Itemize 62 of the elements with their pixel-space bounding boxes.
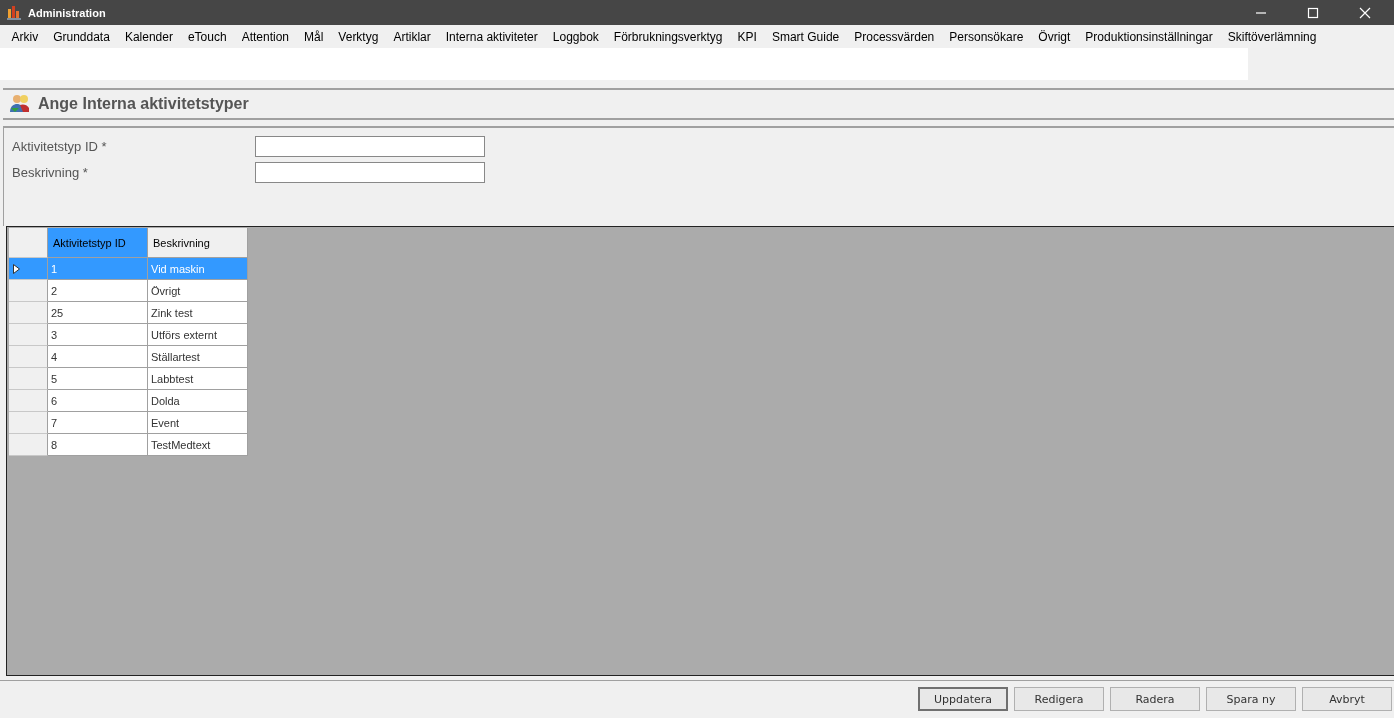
window-title: Administration [28,6,106,19]
menu-item[interactable]: Övrigt [1030,29,1078,44]
page-title: Ange Interna aktivitetstyper [38,95,249,113]
menu-item[interactable]: Processvärden [846,29,942,44]
input-field[interactable] [255,136,485,157]
action-button[interactable]: Redigera [1014,687,1104,711]
column-header[interactable]: Beskrivning [148,228,248,258]
table-cell: 3 [48,324,148,346]
column-header[interactable]: Aktivitetstyp ID [48,228,148,258]
menu-item[interactable]: Loggbok [545,29,607,44]
input-field[interactable] [255,162,485,183]
table-cell: Dolda [148,390,248,412]
app-logo-icon [6,4,22,21]
field-label: Aktivitetstyp ID * [12,139,108,154]
table-cell: 2 [48,280,148,302]
row-header[interactable] [9,390,48,412]
menu-item[interactable]: Produktionsinställningar [1077,29,1221,44]
action-button[interactable]: Uppdatera [918,687,1008,711]
menu-item[interactable]: Interna aktiviteter [438,29,546,44]
table-cell: Övrigt [148,280,248,302]
menu-item[interactable]: Arkiv [4,29,46,44]
menu-item[interactable]: Mål [296,29,331,44]
menu-item[interactable]: Personsökare [941,29,1031,44]
table-cell: Utförs externt [148,324,248,346]
menu-item[interactable]: Artiklar [385,29,439,44]
table-cell: 4 [48,346,148,368]
menu-item[interactable]: Grunddata [45,29,118,44]
action-button[interactable]: Radera [1110,687,1200,711]
action-button[interactable]: Avbryt [1302,687,1392,711]
table-cell: Ställartest [148,346,248,368]
row-header[interactable] [9,324,48,346]
table-cell: Vid maskin [148,258,248,280]
row-header[interactable] [9,346,48,368]
maximize-icon[interactable] [1307,6,1319,19]
menu-item[interactable]: eTouch [180,29,235,44]
row-header[interactable] [9,302,48,324]
row-header[interactable] [9,412,48,434]
table-cell: 6 [48,390,148,412]
menu-item[interactable]: Smart Guide [764,29,847,44]
menu-item[interactable]: Förbrukningsverktyg [606,29,731,44]
table-cell: 1 [48,258,148,280]
menu-item[interactable]: KPI [730,29,765,44]
row-header[interactable] [9,258,48,280]
menu-item[interactable]: Kalender [117,29,181,44]
table-cell: 7 [48,412,148,434]
table-cell: Labbtest [148,368,248,390]
table-cell: 25 [48,302,148,324]
row-header[interactable] [9,434,48,456]
table-cell: 5 [48,368,148,390]
row-pointer-icon [13,263,20,274]
table-cell: TestMedtext [148,434,248,456]
close-icon[interactable] [1359,6,1371,19]
menu-item[interactable]: Skiftöverlämning [1220,29,1324,44]
table-cell: Zink test [148,302,248,324]
menu-item[interactable]: Verktyg [330,29,386,44]
row-header[interactable] [9,280,48,302]
action-button[interactable]: Spara ny [1206,687,1296,711]
table-cell: Event [148,412,248,434]
row-header[interactable] [9,368,48,390]
field-label: Beskrivning * [12,165,89,180]
table-cell: 8 [48,434,148,456]
menu-item[interactable]: Attention [234,29,297,44]
